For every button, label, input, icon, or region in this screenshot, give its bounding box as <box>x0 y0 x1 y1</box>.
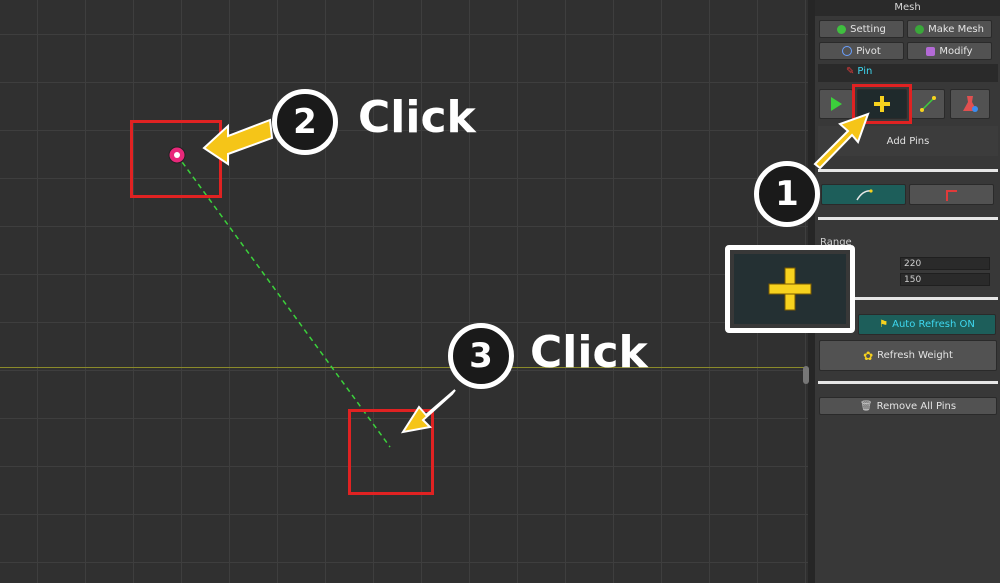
arrow-step-1 <box>813 112 870 170</box>
annotation-arrows <box>202 112 870 434</box>
arrow-step-2 <box>202 118 274 166</box>
arrow-step-3 <box>400 389 456 434</box>
